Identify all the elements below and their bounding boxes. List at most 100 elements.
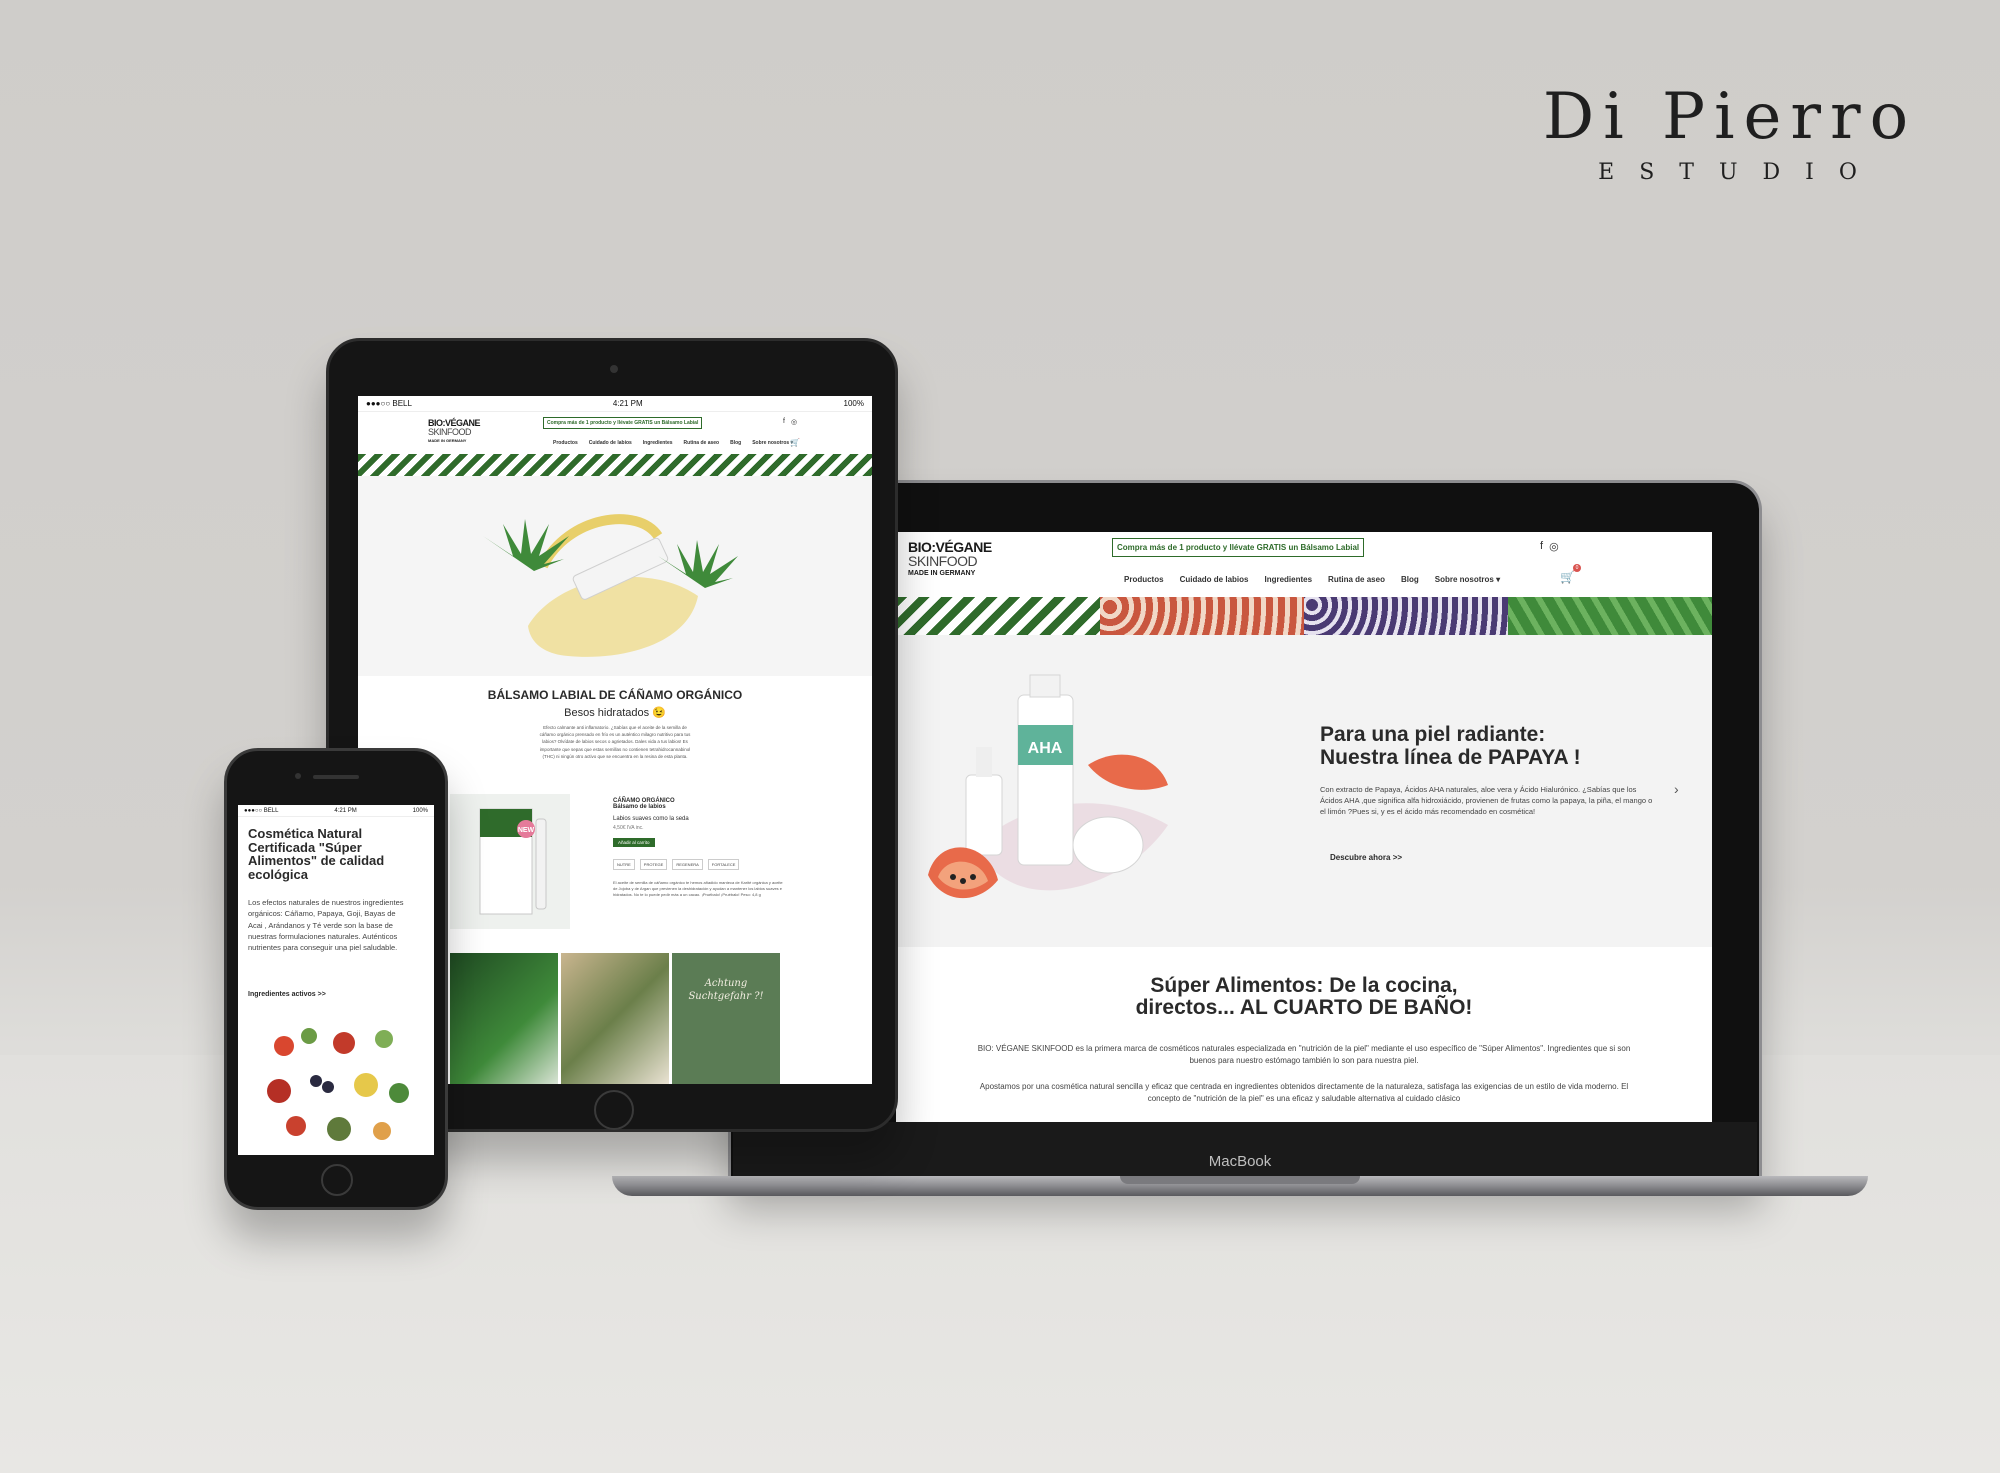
facebook-icon[interactable]: f [1540,540,1543,553]
laptop-screen: BIO:VÉGANE SKINFOOD MADE IN GERMANY Comp… [896,532,1712,1122]
ingredients-image [254,1021,418,1155]
benefit-tag: PROTEGE [639,859,668,870]
logo-line3: MADE IN GERMANY [428,438,467,443]
product-type: Bálsamo de labios [613,804,666,810]
main-nav: Productos Cuidado de labios Ingredientes… [553,440,793,446]
battery-label: 100% [412,807,428,814]
nav-item-rutina[interactable]: Rutina de aseo [1328,575,1385,584]
nav-item-blog[interactable]: Blog [730,440,741,446]
promo-banner[interactable]: Compra más de 1 producto y llévate GRATI… [1112,538,1365,557]
status-bar: ●●●○○ BELL 4:21 PM 100% [358,396,872,412]
product-page-description: Efecto calmante anti inflamatorio. ¿Sabí… [539,725,691,759]
product-image[interactable]: NEW [450,794,570,929]
hemp-lip-balm-image [483,514,738,657]
nav-item-sobre-nosotros[interactable]: Sobre nosotros ▾ [752,440,793,446]
logo-line2: SKINFOOD [908,553,978,569]
gallery-tile[interactable] [561,953,669,1084]
phone-page-text: Los efectos naturales de nuestros ingred… [248,898,404,952]
phone-device: ●●●○○ BELL 4:21 PM 100% Cosmética Natura… [224,748,448,1210]
brand-logo[interactable]: BIO:VÉGANE SKINFOOD MADE IN GERMANY [428,419,481,443]
tablet-camera [610,365,618,373]
section-title-line1: Súper Alimentos: De la cocina, [1150,974,1458,997]
main-nav: Productos Cuidado de labios Ingredientes… [1124,575,1500,584]
carrier-label: ●●●○○ BELL [244,807,279,814]
site-header: BIO:VÉGANE SKINFOOD MADE IN GERMANY Comp… [896,532,1712,597]
svg-text:AHA: AHA [1028,740,1063,757]
hero-title: Para una piel radiante: Nuestra línea de… [1320,723,1680,769]
ingredient-pattern-strip [896,597,1712,635]
studio-logo: Di Pierro ESTUDIO [1520,80,1940,185]
new-badge: NEW [518,827,535,834]
carrier-label: ●●●○○ BELL [366,399,412,408]
cart-button[interactable]: 🛒 [790,438,800,447]
phone-page-title: Cosmética Natural Certificada "Súper Ali… [248,826,385,882]
cart-icon: 🛒 [790,438,800,447]
logo-line2: SKINFOOD [428,427,472,437]
studio-name: Di Pierro [1542,80,1918,154]
section-title-line2: directos... AL CUARTO DE BAÑO! [1135,996,1473,1020]
product-tagline: Labios suaves como la seda [613,816,689,822]
brand-logo[interactable]: BIO:VÉGANE SKINFOOD MADE IN GERMANY [908,540,992,577]
clock: 4:21 PM [334,807,357,814]
ingredients-link[interactable]: Ingredientes activos >> [248,991,326,998]
instagram-icon[interactable]: ◎ [1549,540,1559,553]
nav-item-blog[interactable]: Blog [1401,575,1419,584]
product-box-image: NEW [479,808,547,915]
gallery-tile[interactable] [450,953,558,1084]
instagram-icon[interactable]: ◎ [791,418,797,426]
benefit-tag: NUTRE [613,859,635,870]
acai-pattern [1304,597,1508,635]
nav-item-productos[interactable]: Productos [1124,575,1164,584]
logo-line3: MADE IN GERMANY [908,570,976,577]
hero-description: Con extracto de Papaya, Ácidos AHA natur… [1320,785,1653,816]
nav-item-ingredientes[interactable]: Ingredientes [643,440,673,446]
section-paragraph-1: BIO: VÉGANE SKINFOOD es la primera marca… [977,1044,1631,1065]
social-links: f ◎ [1540,540,1559,553]
laptop-notch [1120,1176,1360,1184]
product-info: CÁÑAMO ORGÁNICO Bálsamo de labios Labios… [613,798,783,898]
lip-balm-hero [358,476,872,676]
product-benefit-tags: NUTRE PROTEGE REGENERA FORTALECE [613,859,783,870]
instagram-tiles: Achtung Suchtgefahr ?! [450,953,780,1084]
hemp-pattern-strip [358,454,872,476]
benefit-tag: FORTALECE [707,859,740,870]
section-title: Súper Alimentos: De la cocina, directos.… [1046,974,1562,1020]
clock: 4:21 PM [612,399,643,408]
slider-next-arrow[interactable]: › [1674,781,1679,797]
facebook-icon[interactable]: f [783,418,785,426]
logo-line1: BIO:VÉGANE [908,539,992,555]
nav-item-rutina[interactable]: Rutina de aseo [684,440,720,446]
hero-title-line2: Nuestra línea de PAPAYA ! [1320,746,1581,770]
nav-item-cuidado-labios[interactable]: Cuidado de labios [1180,575,1249,584]
hero-slider: AHA Para una piel radiante: Nuestra líne… [896,635,1712,947]
laptop-label: MacBook [1208,1153,1272,1170]
papaya-pattern [1100,597,1304,635]
product-page-subtitle: Besos hidratados 😉 [564,707,666,719]
nav-item-productos[interactable]: Productos [553,440,578,446]
add-to-cart-button[interactable]: Añadir al carrito [613,838,655,847]
section-paragraph-2: Apostamos por una cosmética natural senc… [979,1082,1629,1103]
tea-leaf-pattern [1508,597,1712,635]
cart-button[interactable]: 🛒 0 [1560,564,1581,584]
nav-item-sobre-nosotros[interactable]: Sobre nosotros ▾ [1435,575,1500,584]
promo-banner[interactable]: Compra más de 1 producto y llévate GRATI… [543,417,703,429]
nav-item-ingredientes[interactable]: Ingredientes [1264,575,1312,584]
nav-item-cuidado-labios[interactable]: Cuidado de labios [589,440,632,446]
phone-camera [295,773,301,779]
social-links: f ◎ [783,418,797,426]
battery-label: 100% [843,399,864,408]
product-price: 4,50€ IVA inc. [613,825,644,831]
status-bar: ●●●○○ BELL 4:21 PM 100% [238,805,434,817]
phone-speaker [313,775,359,779]
gallery-tile-text[interactable]: Achtung Suchtgefahr ?! [672,953,780,1084]
cart-badge: 0 [1572,564,1581,572]
product-page-title: BÁLSAMO LABIAL DE CÁÑAMO ORGÁNICO [487,688,743,702]
cart-icon: 🛒 [1560,570,1575,584]
tablet-home-button[interactable] [594,1090,634,1130]
hero-cta-link[interactable]: Descubre ahora >> [1330,853,1402,862]
product-long-description: El aceite de semilla de cáñamo orgánico … [613,880,783,897]
hero-title-line1: Para una piel radiante: [1320,723,1546,746]
super-foods-section: Súper Alimentos: De la cocina, directos.… [896,947,1712,1122]
studio-subtitle: ESTUDIO [1598,160,1882,185]
phone-home-button[interactable] [321,1164,353,1196]
